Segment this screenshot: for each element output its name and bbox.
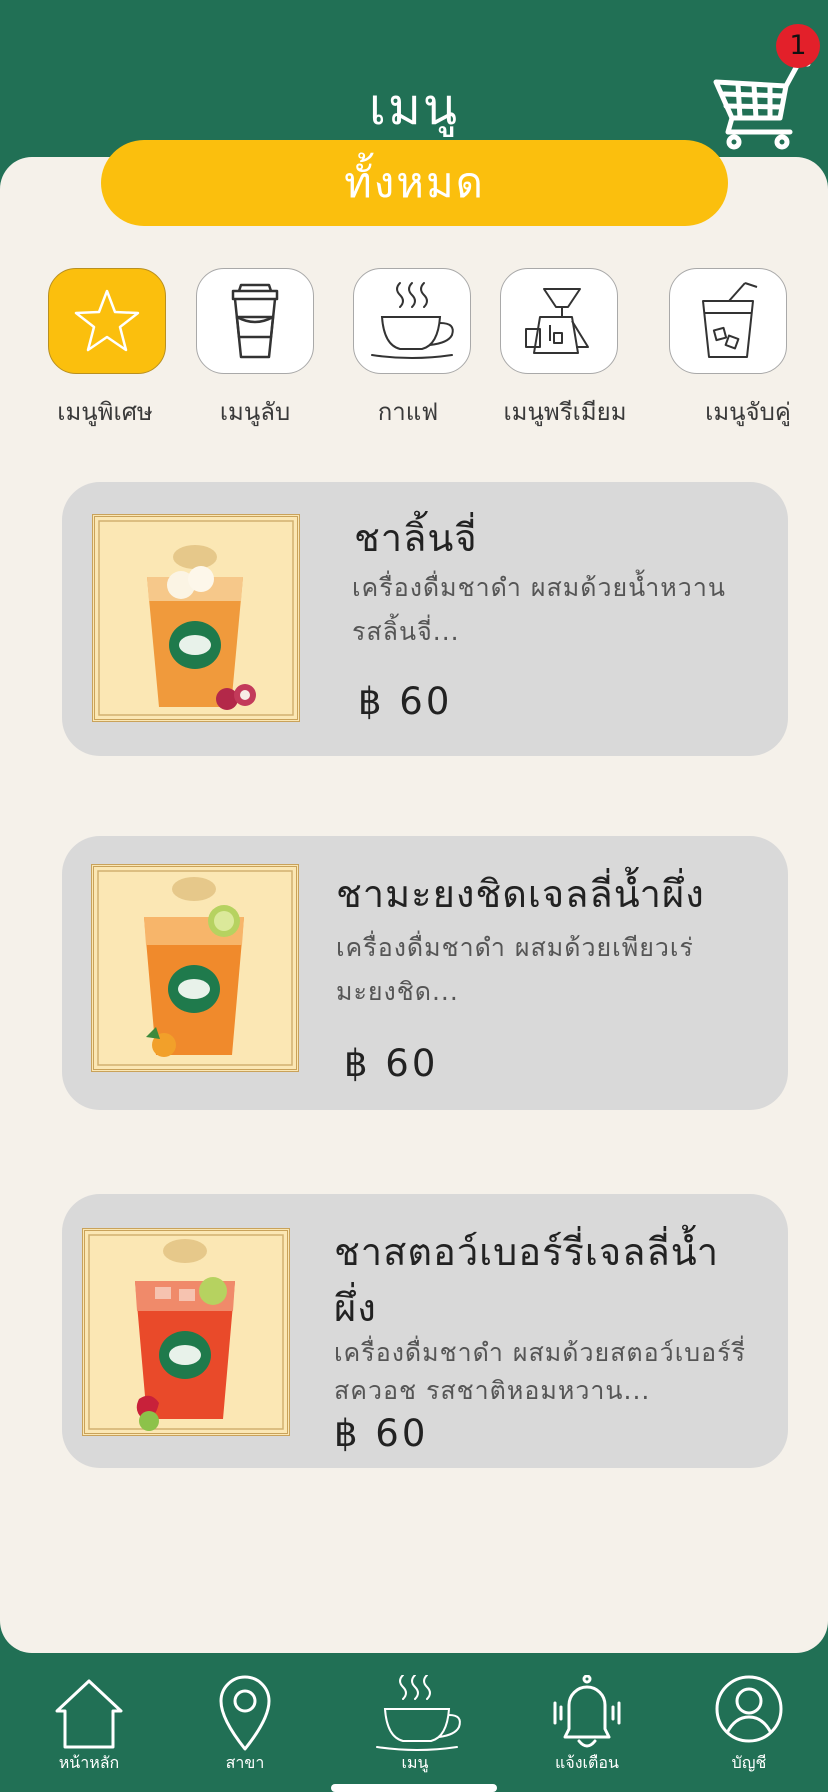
product-name: ชาลิ้นจี่: [354, 516, 478, 560]
nav-menu[interactable]: เมนู: [345, 1653, 485, 1792]
nav-branches-label: สาขา: [225, 1753, 265, 1772]
product-image: [91, 864, 299, 1072]
cart-button[interactable]: [712, 56, 816, 152]
cart-icon: [713, 61, 811, 150]
home-icon: [55, 1679, 123, 1749]
category-pairing[interactable]: [669, 268, 787, 374]
bell-icon: [553, 1675, 621, 1748]
nav-home[interactable]: หน้าหลัก: [19, 1653, 159, 1792]
mayongchid-tea-image: [97, 870, 293, 1066]
category-secret[interactable]: [196, 268, 314, 374]
nav-home-label: หน้าหลัก: [58, 1753, 120, 1772]
nav-menu-label: เมนู: [401, 1753, 429, 1772]
product-name: ชาสตอว์เบอร์รี่เจลลี่น้ำผึ่ง: [334, 1230, 720, 1330]
strawberry-tea-image: [88, 1234, 284, 1431]
nav-account[interactable]: บัญชี: [679, 1653, 819, 1792]
lychee-tea-image: [98, 520, 294, 716]
nav-account-label: บัญชี: [731, 1753, 767, 1772]
product-price: ฿ 60: [344, 1042, 439, 1085]
category-special[interactable]: [48, 268, 166, 374]
drip-coffee-icon: [525, 288, 589, 354]
nav-notifications-label: แจ้งเตือน: [555, 1753, 619, 1772]
category-label-secret: เมนูลับ: [219, 398, 291, 426]
category-label-coffee: กาแฟ: [377, 398, 439, 426]
nav-notifications[interactable]: แจ้งเตือน: [517, 1653, 657, 1792]
category-coffee[interactable]: [353, 268, 471, 374]
product-description: เครื่องดื่มชาดำ ผสมด้วยสตอว์เบอร์รี่สควอ…: [334, 1338, 746, 1405]
nav-branches[interactable]: สาขา: [175, 1653, 315, 1792]
category-label-special: เมนูพิเศษ: [57, 398, 153, 426]
product-price: ฿ 60: [358, 680, 453, 723]
account-icon: [715, 1675, 783, 1743]
category-label-premium: เมนูพรีเมียม: [503, 398, 627, 426]
iced-drink-icon: [702, 282, 758, 358]
product-image: [92, 514, 300, 722]
product-description: เครื่องดื่มชาดำ ผสมด้วยเพียวเร่มะยงชิด..…: [336, 933, 694, 1006]
bottom-navigation: หน้าหลัก สาขา เมนู แจ้งเตือน บัญชี: [0, 1653, 828, 1792]
category-filter-button[interactable]: ทั้งหมด: [101, 140, 728, 226]
product-card[interactable]: ชามะยงชิดเจลลี่น้ำผึ่ง เครื่องดื่มชาดำ ผ…: [62, 836, 788, 1110]
star-icon: [74, 289, 140, 352]
cart-count-badge: 1: [776, 24, 820, 68]
product-card[interactable]: ชาสตอว์เบอร์รี่เจลลี่น้ำผึ่ง เครื่องดื่ม…: [62, 1194, 788, 1468]
product-name: ชามะยงชิดเจลลี่น้ำผึ่ง: [336, 872, 705, 916]
product-price: ฿ 60: [334, 1412, 429, 1455]
coffee-cup-icon: [371, 282, 454, 359]
home-indicator: [331, 1784, 497, 1792]
coffee-cup-icon: [376, 1675, 461, 1751]
product-description: เครื่องดื่มชาดำ ผสมด้วยน้ำหวานรสลิ้นจี่.…: [352, 573, 726, 646]
takeaway-cup-icon: [231, 283, 279, 359]
product-image: [82, 1228, 290, 1436]
page-title: เมนู: [368, 78, 460, 136]
category-label-pairing: เมนูจับคู่: [705, 398, 791, 426]
category-premium[interactable]: [500, 268, 618, 374]
location-pin-icon: [219, 1675, 271, 1751]
product-card[interactable]: ชาลิ้นจี่ เครื่องดื่มชาดำ ผสมด้วยน้ำหวาน…: [62, 482, 788, 756]
